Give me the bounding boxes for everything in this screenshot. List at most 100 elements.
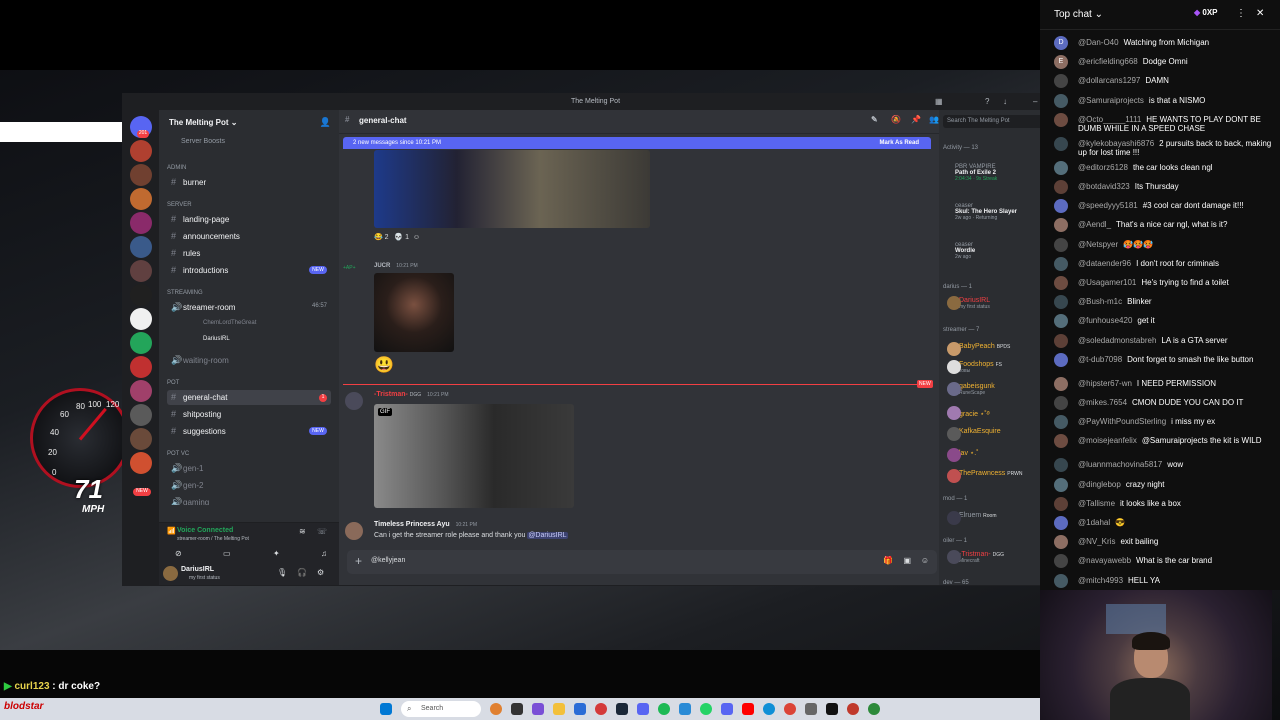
chat-author[interactable]: @hipster67-wn [1078, 379, 1132, 388]
channel-suggestions[interactable]: # suggestions NEW [167, 424, 331, 439]
screen-share-icon[interactable]: ▭ [223, 549, 231, 558]
category-streaming[interactable]: streaming [167, 290, 203, 296]
activity-card[interactable]: PBR VAMPIRE Path of Exile 2 2:04:34 · 9x… [955, 164, 1061, 184]
chat-author[interactable]: @navayawebb [1078, 556, 1131, 565]
whatsapp-icon[interactable] [700, 703, 712, 715]
member-item[interactable]: lav ⋆.˚ [947, 448, 979, 462]
gift-icon[interactable]: 🎁 [883, 556, 893, 565]
channel-gen-1[interactable]: 🔊 gen-1 [167, 461, 331, 476]
chat-author[interactable]: @Aendl_ [1078, 220, 1111, 229]
guild-name[interactable]: The Melting Pot ⌄ [169, 118, 238, 127]
steam-icon[interactable] [616, 703, 628, 715]
chat-avatar[interactable] [1054, 415, 1068, 430]
noise-suppression-icon[interactable]: ≋ [299, 527, 306, 536]
chat-author[interactable]: @Dan-O40 [1078, 38, 1119, 47]
member-item[interactable]: gracie ⋆˚࿔ [947, 406, 990, 426]
member-item[interactable]: DariusIRL my first status [947, 296, 990, 310]
server-icon[interactable] [130, 188, 152, 210]
message-author[interactable]: Timeless Princess Ayu [374, 521, 450, 528]
widget-icon[interactable] [490, 703, 502, 715]
chat-avatar[interactable] [1054, 535, 1068, 550]
chat-avatar[interactable] [1054, 554, 1068, 569]
message-input[interactable]: + @kellyjean 🎁 ▣ ☺ [347, 550, 937, 574]
chat-avatar[interactable] [1054, 180, 1068, 194]
app-icon[interactable] [847, 703, 859, 715]
top-chat-dropdown[interactable]: Top chat ⌄ [1054, 9, 1103, 20]
store-icon[interactable] [574, 703, 586, 715]
new-messages-banner[interactable]: 2 new messages since 10:21 PM Mark As Re… [343, 137, 931, 149]
user-status[interactable]: my first status [189, 575, 220, 581]
disconnect-icon[interactable]: ☏ [317, 527, 327, 536]
activity-card[interactable]: ceaser Skul: The Hero Slayer 2w ago · Re… [955, 203, 1061, 223]
member-item[interactable]: -Tristman- DGG Minecraft [947, 550, 1004, 564]
server-icon[interactable] [130, 356, 152, 378]
sticker[interactable]: 😃 [374, 355, 394, 375]
chat-avatar[interactable] [1054, 160, 1068, 175]
reaction[interactable]: 💀 1 [394, 234, 409, 241]
chat-avatar[interactable] [1054, 295, 1068, 310]
xp-badge[interactable]: ◆ 0XP [1194, 8, 1218, 17]
add-reaction-icon[interactable]: ☺ [413, 234, 420, 241]
close-icon[interactable]: ✕ [1256, 8, 1264, 19]
taskbar-search[interactable]: ⌕ Search [401, 701, 481, 717]
reaction[interactable]: 😂 2 [374, 234, 389, 241]
server-icon[interactable] [130, 212, 152, 234]
member-item[interactable]: gabeisgunk RuneScape [947, 382, 995, 396]
chat-author[interactable]: @t-dub7098 [1078, 355, 1122, 364]
image-attachment[interactable] [374, 150, 650, 228]
chat-avatar[interactable] [1054, 496, 1068, 511]
chat-author[interactable]: @Tallisme [1078, 499, 1115, 508]
app-icon[interactable] [679, 703, 691, 715]
gif-icon[interactable]: ▣ [903, 556, 911, 565]
chat-author[interactable]: @botdavid323 [1078, 182, 1130, 191]
pin-icon[interactable]: 📌 [911, 115, 921, 124]
channel-burner[interactable]: # burner [167, 175, 331, 190]
member-item[interactable]: Foodshops FS ковы [947, 360, 1002, 374]
chat-avatar[interactable] [1054, 237, 1068, 252]
channel-introductions[interactable]: # introductions NEW [167, 263, 331, 278]
youtube-icon[interactable] [742, 703, 754, 715]
username[interactable]: DariusIRL [181, 566, 214, 573]
avatar[interactable] [163, 566, 178, 581]
help-icon[interactable]: ? [985, 97, 989, 106]
category-admin[interactable]: ADMIN [167, 165, 186, 171]
discord-icon[interactable] [637, 703, 649, 715]
chrome-icon[interactable] [784, 703, 796, 715]
chat-author[interactable]: @soledadmonstabreh [1078, 336, 1156, 345]
chat-avatar[interactable] [1054, 376, 1068, 391]
channel-gaming[interactable]: 🔊 gaming [167, 495, 331, 505]
download-icon[interactable]: ↓ [1003, 97, 1007, 106]
windows-start-icon[interactable] [380, 703, 392, 715]
server-icon[interactable] [130, 428, 152, 450]
message-author[interactable]: JUCR [374, 263, 390, 269]
activity-header[interactable]: Activity — 13 [943, 145, 978, 151]
voice-connected-label[interactable]: Voice Connected [177, 527, 233, 534]
task-view-icon[interactable] [511, 703, 523, 715]
xbox-icon[interactable] [868, 703, 880, 715]
channel-shitposting[interactable]: # shitposting [167, 407, 331, 422]
chat-author[interactable]: @speedyyy5181 [1078, 201, 1138, 210]
member-item[interactable]: ThePrawncess PRWN [947, 469, 1022, 483]
chat-avatar[interactable]: E [1054, 55, 1068, 70]
chat-avatar[interactable] [1054, 93, 1068, 108]
mark-as-read-button[interactable]: Mark As Read [880, 140, 919, 146]
emoji-icon[interactable]: ☺ [921, 556, 929, 565]
chat-author[interactable]: @1dahal [1078, 518, 1110, 527]
gif-attachment[interactable]: GIF [374, 404, 574, 508]
chat-avatar[interactable] [1054, 477, 1068, 492]
category-pot-vc[interactable]: pot vc [167, 451, 189, 457]
server-icon[interactable] [130, 452, 152, 474]
plus-icon[interactable]: + [355, 554, 362, 568]
chat-author[interactable]: @moisejeanfelix [1078, 436, 1137, 445]
server-boosts[interactable]: Server Boosts [181, 138, 225, 145]
member-item[interactable]: Elruem Room [947, 511, 996, 525]
member-item[interactable]: BabyPeach BPDS [947, 342, 1010, 356]
chat-author[interactable]: @editorz6128 [1078, 163, 1128, 172]
server-icon[interactable] [130, 332, 152, 354]
chat-avatar[interactable] [1054, 136, 1068, 151]
chat-author[interactable]: @funhouse420 [1078, 316, 1132, 325]
voice-user[interactable]: DariusIRL [167, 333, 331, 348]
file-explorer-icon[interactable] [553, 703, 565, 715]
inbox-icon[interactable]: ▦ [935, 97, 943, 106]
category-pot[interactable]: pot [167, 380, 179, 386]
